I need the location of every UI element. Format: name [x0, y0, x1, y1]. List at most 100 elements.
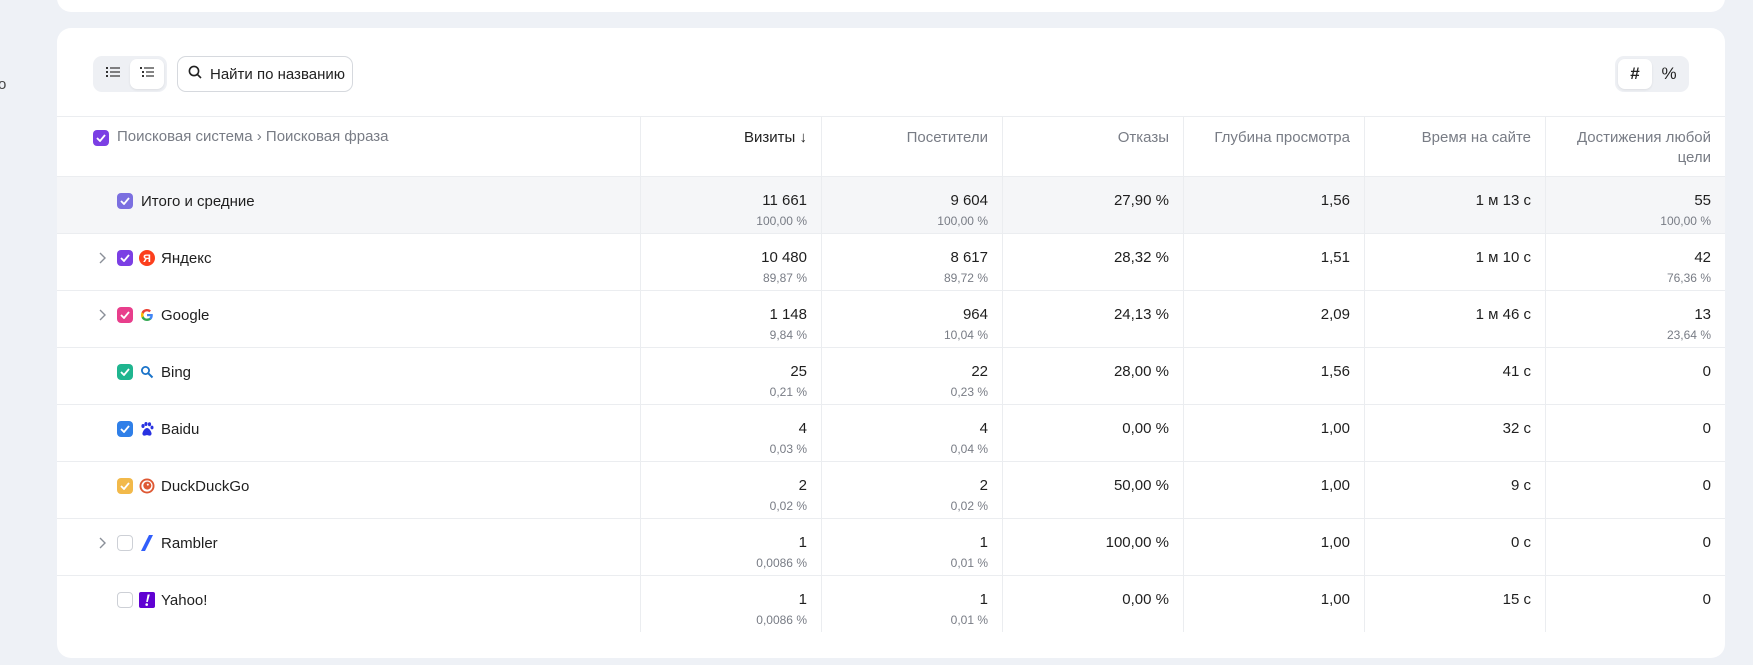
- search-icon: [188, 65, 202, 83]
- goals-percent: 76,36 %: [1666, 271, 1711, 285]
- table-row[interactable]: Google 1 148 9,84 % 964 10,04 % 24,13 % 2,09 1 …: [57, 290, 1725, 347]
- tree-list-icon: [140, 65, 154, 83]
- table-row[interactable]: Bing 25 0,21 % 22 0,23 % 28,00 % 1,56 41 с 0: [57, 347, 1725, 404]
- column-header-bounce[interactable]: Отказы: [1002, 117, 1183, 176]
- visitors-value: 1: [979, 591, 988, 608]
- svg-text:Я: Я: [143, 253, 151, 265]
- column-header-visits[interactable]: Визиты ↓: [640, 117, 821, 176]
- select-all-checkbox[interactable]: [93, 130, 109, 146]
- visitors-percent: 10,04 %: [943, 328, 988, 342]
- depth-cell: 1,00: [1183, 519, 1364, 575]
- row-checkbox[interactable]: [117, 250, 133, 266]
- totals-checkbox[interactable]: [117, 193, 133, 209]
- totals-depth: 1,56: [1320, 192, 1350, 209]
- totals-time: 1 м 13 с: [1475, 192, 1531, 209]
- time-on-site-value: 9 с: [1510, 477, 1531, 494]
- depth-value: 1,00: [1320, 477, 1350, 494]
- expand-chevron-icon[interactable]: [97, 536, 107, 550]
- visits-percent: 0,21 %: [769, 385, 807, 399]
- visits-percent: 0,0086 %: [756, 613, 807, 627]
- row-checkbox[interactable]: [117, 592, 133, 608]
- percent-values-button[interactable]: %: [1652, 59, 1686, 89]
- goals-cell: 0: [1545, 576, 1725, 632]
- table-toolbar: Найти по названию # %: [57, 28, 1725, 116]
- search-engine-name[interactable]: Baidu: [161, 420, 199, 440]
- visits-cell: 4 0,03 %: [640, 405, 821, 461]
- totals-bounce: 27,90 %: [1113, 192, 1169, 209]
- report-table-card: Найти по названию # % Поисковая система …: [57, 28, 1725, 658]
- column-header-goals[interactable]: Достижения любой цели: [1545, 117, 1725, 176]
- search-engine-name[interactable]: Google: [161, 306, 209, 326]
- search-input[interactable]: Найти по названию: [177, 56, 353, 92]
- row-checkbox[interactable]: [117, 478, 133, 494]
- visits-value: 2: [798, 477, 807, 494]
- depth-value: 1,00: [1320, 534, 1350, 551]
- depth-value: 1,00: [1320, 591, 1350, 608]
- visits-cell: 1 0,0086 %: [640, 576, 821, 632]
- column-header-visitors[interactable]: Посетители: [821, 117, 1002, 176]
- goals-value: 0: [1702, 420, 1711, 437]
- yandex-icon: Я: [139, 250, 155, 266]
- visitors-cell: 2 0,02 %: [821, 462, 1002, 518]
- bounce-value: 28,32 %: [1113, 249, 1169, 266]
- bounce-cell: 0,00 %: [1002, 405, 1183, 461]
- bounce-value: 100,00 %: [1105, 534, 1169, 551]
- bounce-cell: 28,00 %: [1002, 348, 1183, 404]
- search-engine-name[interactable]: Яндекс: [161, 249, 211, 269]
- goals-percent: 23,64 %: [1666, 328, 1711, 342]
- visitors-value: 2: [979, 477, 988, 494]
- rambler-icon: [139, 535, 155, 551]
- depth-cell: 1,56: [1183, 348, 1364, 404]
- goals-value: 13: [1694, 306, 1711, 323]
- row-checkbox[interactable]: [117, 307, 133, 323]
- depth-cell: 1,51: [1183, 234, 1364, 290]
- visits-value: 10 480: [761, 249, 807, 266]
- search-engine-name[interactable]: DuckDuckGo: [161, 477, 249, 497]
- visitors-cell: 964 10,04 %: [821, 291, 1002, 347]
- table-row[interactable]: Я Яндекс 10 480 89,87 % 8 617 89,72 % 28,32 % 1…: [57, 233, 1725, 290]
- totals-time-cell: 1 м 13 с: [1364, 177, 1545, 233]
- absolute-values-button[interactable]: #: [1618, 59, 1652, 89]
- visits-value: 25: [790, 363, 807, 380]
- dimension-cell: Rambler: [57, 519, 640, 575]
- time-on-site-value: 41 с: [1502, 363, 1531, 380]
- time-on-site-cell: 15 с: [1364, 576, 1545, 632]
- search-engine-name[interactable]: Bing: [161, 363, 191, 383]
- table-row[interactable]: Rambler 1 0,0086 % 1 0,01 % 100,00 % 1,00 0 с 0: [57, 518, 1725, 575]
- bounce-cell: 100,00 %: [1002, 519, 1183, 575]
- search-engine-name[interactable]: Yahoo!: [161, 591, 207, 611]
- row-checkbox[interactable]: [117, 421, 133, 437]
- goals-value: 42: [1694, 249, 1711, 266]
- view-mode-toggle: [93, 56, 167, 92]
- visits-percent: 89,87 %: [762, 271, 807, 285]
- totals-visits-pct: 100,00 %: [756, 214, 807, 228]
- totals-visitors: 9 604: [950, 192, 988, 209]
- flat-list-view-button[interactable]: [96, 59, 130, 89]
- tree-view-button[interactable]: [130, 59, 164, 89]
- search-engine-name[interactable]: Rambler: [161, 534, 218, 554]
- row-checkbox[interactable]: [117, 364, 133, 380]
- visitors-value: 4: [979, 420, 988, 437]
- bounce-value: 28,00 %: [1113, 363, 1169, 380]
- column-header-time[interactable]: Время на сайте: [1364, 117, 1545, 176]
- visits-cell: 25 0,21 %: [640, 348, 821, 404]
- table-row[interactable]: DuckDuckGo 2 0,02 % 2 0,02 % 50,00 % 1,00 9 с 0: [57, 461, 1725, 518]
- row-checkbox[interactable]: [117, 535, 133, 551]
- table-row[interactable]: Yahoo! 1 0,0086 % 1 0,01 % 0,00 % 1,00 15 с 0: [57, 575, 1725, 632]
- search-placeholder: Найти по названию: [210, 65, 345, 83]
- visits-cell: 1 0,0086 %: [640, 519, 821, 575]
- expand-chevron-icon[interactable]: [97, 251, 107, 265]
- google-icon: [139, 307, 155, 323]
- dimension-header-label[interactable]: Поисковая система › Поисковая фраза: [117, 128, 389, 145]
- bounce-cell: 0,00 %: [1002, 576, 1183, 632]
- visitors-value: 964: [962, 306, 988, 323]
- column-header-depth[interactable]: Глубина просмотра: [1183, 117, 1364, 176]
- time-on-site-cell: 32 с: [1364, 405, 1545, 461]
- depth-cell: 2,09: [1183, 291, 1364, 347]
- depth-value: 1,00: [1320, 420, 1350, 437]
- expand-chevron-icon[interactable]: [97, 308, 107, 322]
- dimension-cell: DuckDuckGo: [57, 462, 640, 518]
- goals-cell: 0: [1545, 519, 1725, 575]
- table-row[interactable]: Baidu 4 0,03 % 4 0,04 % 0,00 % 1,00 32 с 0: [57, 404, 1725, 461]
- visitors-percent: 0,01 %: [950, 556, 988, 570]
